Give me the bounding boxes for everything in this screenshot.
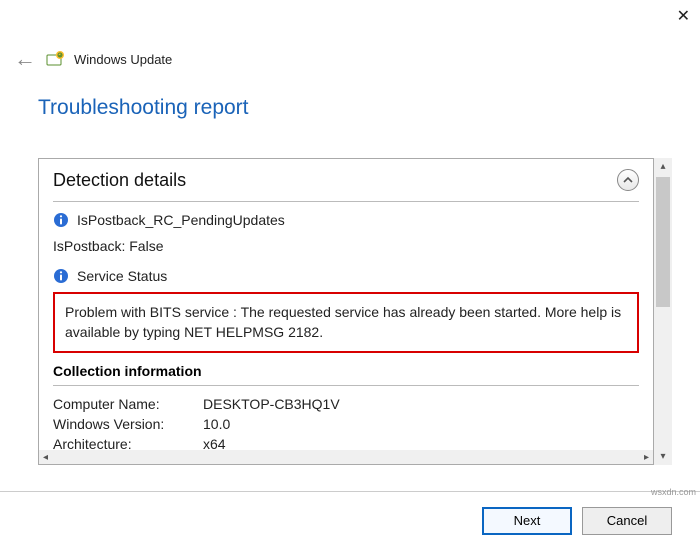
computer-name-value: DESKTOP-CB3HQ1V <box>203 396 639 412</box>
divider <box>53 385 639 386</box>
content-area: Detection details IsPostback_RC_PendingU… <box>38 158 672 465</box>
info-icon <box>53 268 69 284</box>
scroll-down-icon[interactable]: ▾ <box>660 448 665 465</box>
header: ← Windows Update <box>0 0 700 78</box>
scroll-up-icon[interactable]: ▴ <box>660 158 665 175</box>
problem-text: Problem with BITS service : The requeste… <box>65 304 621 340</box>
watermark: wsxdn.com <box>651 487 696 497</box>
collection-section-title: Collection information <box>53 363 639 379</box>
postback-line: IsPostback: False <box>53 238 639 254</box>
problem-highlight: Problem with BITS service : The requeste… <box>53 292 639 353</box>
windows-version-label: Windows Version: <box>53 416 203 432</box>
windows-version-value: 10.0 <box>203 416 639 432</box>
close-icon[interactable]: ✕ <box>677 6 690 26</box>
cancel-button[interactable]: Cancel <box>582 507 672 535</box>
next-button[interactable]: Next <box>482 507 572 535</box>
back-arrow-icon[interactable]: ← <box>14 48 36 70</box>
scroll-thumb[interactable] <box>656 177 670 307</box>
detection-item-label: IsPostback_RC_PendingUpdates <box>77 212 285 228</box>
vertical-scrollbar[interactable]: ▴ ▾ <box>654 158 672 465</box>
detection-item-service-status: Service Status <box>53 268 639 284</box>
scroll-right-icon[interactable]: ▸ <box>640 452 653 463</box>
divider <box>53 201 639 202</box>
collapse-button[interactable] <box>617 169 639 191</box>
horizontal-scrollbar[interactable]: ◂ ▸ <box>39 450 653 464</box>
info-icon <box>53 212 69 228</box>
detection-item-pending-updates: IsPostback_RC_PendingUpdates <box>53 212 639 228</box>
footer: wsxdn.com Next Cancel <box>0 491 700 549</box>
detection-section-title: Detection details <box>53 170 186 191</box>
breadcrumb: Windows Update <box>74 52 172 67</box>
windows-update-icon <box>46 50 64 68</box>
scroll-left-icon[interactable]: ◂ <box>39 452 52 463</box>
detection-panel: Detection details IsPostback_RC_PendingU… <box>38 158 654 465</box>
collection-table: Computer Name: DESKTOP-CB3HQ1V Windows V… <box>53 396 639 452</box>
detection-item-label: Service Status <box>77 268 167 284</box>
chevron-up-icon <box>623 175 633 185</box>
detection-section-header: Detection details <box>53 159 639 197</box>
page-title: Troubleshooting report <box>0 78 700 134</box>
computer-name-label: Computer Name: <box>53 396 203 412</box>
